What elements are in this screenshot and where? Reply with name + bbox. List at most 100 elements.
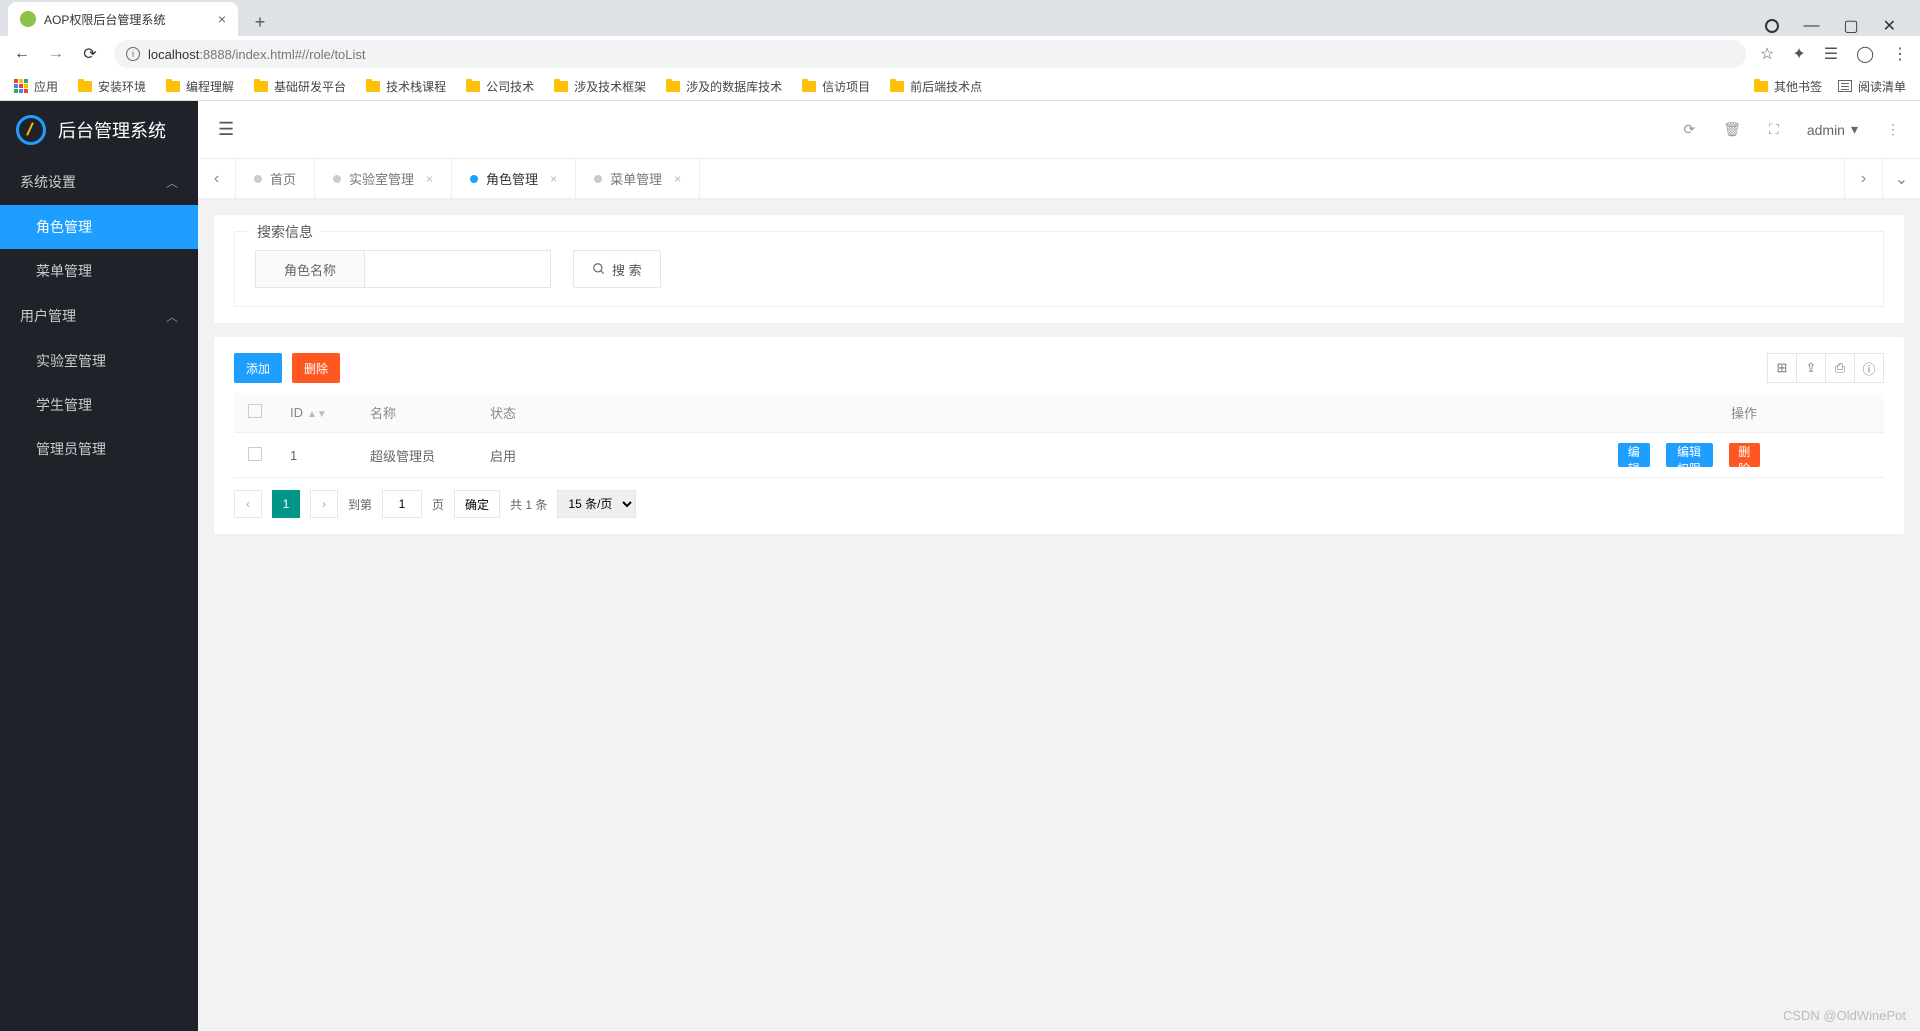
print-icon[interactable]: ⎙ [1825, 353, 1855, 383]
back-button[interactable]: ← [12, 45, 32, 63]
bookmark-item[interactable]: 前后端技术点 [890, 78, 982, 95]
logo-icon [16, 115, 46, 145]
search-fieldset: 搜索信息 角色名称 搜 索 [234, 231, 1884, 307]
close-window-icon[interactable]: ✕ [1883, 16, 1896, 36]
goto-confirm-button[interactable]: 确定 [454, 490, 500, 518]
table-row: 1 超级管理员 启用 编辑 编辑权限 删除 [234, 433, 1884, 478]
role-name-input[interactable] [365, 250, 551, 288]
maximize-icon[interactable]: ▢ [1843, 16, 1858, 36]
new-tab-button[interactable]: + [246, 8, 274, 36]
search-label: 角色名称 [255, 250, 365, 288]
row-delete-button[interactable]: 删除 [1729, 443, 1761, 467]
close-tab-icon[interactable]: × [674, 172, 681, 186]
browser-tab[interactable]: AOP权限后台管理系统 × [8, 2, 238, 36]
goto-page-input[interactable] [382, 490, 422, 518]
bookmark-item[interactable]: 公司技术 [466, 78, 534, 95]
select-all-checkbox[interactable] [248, 404, 262, 418]
close-tab-icon[interactable]: × [426, 172, 433, 186]
tab-title: AOP权限后台管理系统 [44, 11, 165, 28]
apps-shortcut[interactable]: 应用 [14, 78, 58, 95]
tab-lab[interactable]: 实验室管理× [315, 159, 452, 198]
sidebar-item-admin[interactable]: 管理员管理 [0, 427, 198, 471]
address-bar[interactable]: i localhost:8888/index.html#//role/toLis… [114, 40, 1746, 68]
sidebar-item-lab[interactable]: 实验室管理 [0, 339, 198, 383]
row-checkbox[interactable] [248, 447, 262, 461]
bookmark-item[interactable]: 编程理解 [166, 78, 234, 95]
watermark: CSDN @OldWinePot [1783, 1008, 1906, 1023]
columns-icon[interactable]: ⊞ [1767, 353, 1797, 383]
fullscreen-icon[interactable]: ⛶ [1769, 121, 1779, 138]
row-edit-button[interactable]: 编辑 [1618, 443, 1650, 467]
close-tab-icon[interactable]: × [550, 172, 557, 186]
bookmark-item[interactable]: 技术栈课程 [366, 78, 446, 95]
refresh-icon[interactable]: ⟳ [1684, 121, 1696, 138]
menu-group-system: 系统设置 ︿ 角色管理 菜单管理 [0, 159, 198, 293]
bookmark-item[interactable]: 基础研发平台 [254, 78, 346, 95]
export-icon[interactable]: ⇪ [1796, 353, 1826, 383]
other-bookmarks[interactable]: 其他书签 [1754, 78, 1822, 95]
reading-icon[interactable]: ☰ [1824, 44, 1838, 64]
browser-tab-strip: AOP权限后台管理系统 × + — ▢ ✕ [0, 0, 1920, 36]
folder-icon [1754, 81, 1768, 92]
tab-dot-icon [333, 175, 341, 183]
menu-header-user[interactable]: 用户管理 ︿ [0, 293, 198, 339]
folder-icon [366, 81, 380, 92]
search-button[interactable]: 搜 索 [573, 250, 661, 288]
tab-menu[interactable]: 菜单管理× [576, 159, 700, 198]
menu-icon[interactable]: ⋮ [1892, 44, 1908, 64]
sidebar-item-role[interactable]: 角色管理 [0, 205, 198, 249]
reload-button[interactable]: ⟳ [80, 44, 100, 64]
data-table: ID▲▼ 名称 状态 操作 1 超级管理员 启用 [234, 393, 1884, 478]
page-next-button[interactable]: › [310, 490, 338, 518]
profile-icon[interactable]: ◯ [1856, 44, 1874, 64]
help-icon[interactable]: ⓘ [1854, 353, 1884, 383]
sidebar-item-menu[interactable]: 菜单管理 [0, 249, 198, 293]
tabs-dropdown[interactable]: ⌄ [1882, 159, 1920, 198]
bookmark-item[interactable]: 信访项目 [802, 78, 870, 95]
menu-header-system[interactable]: 系统设置 ︿ [0, 159, 198, 205]
more-icon[interactable]: ⋮ [1886, 121, 1900, 138]
search-icon [592, 262, 606, 276]
tab-role[interactable]: 角色管理× [452, 159, 576, 198]
row-perm-button[interactable]: 编辑权限 [1666, 443, 1713, 467]
forward-button[interactable]: → [46, 45, 66, 63]
list-icon [1838, 80, 1852, 92]
user-dropdown[interactable]: admin ▾ [1807, 121, 1858, 138]
star-icon[interactable]: ☆ [1760, 44, 1774, 64]
tabs-scroll-right[interactable]: › [1844, 159, 1882, 198]
page-prev-button[interactable]: ‹ [234, 490, 262, 518]
add-button[interactable]: 添加 [234, 353, 282, 383]
main-area: ☰ ⟳ 🗑 ⛶ admin ▾ ⋮ ‹ 首页 实验室管理× 角色管理× 菜单管理… [198, 101, 1920, 1031]
folder-icon [466, 81, 480, 92]
chevron-up-icon: ︿ [166, 308, 178, 325]
trash-icon[interactable]: 🗑 [1723, 121, 1741, 138]
chevron-up-icon: ︿ [166, 174, 178, 191]
site-info-icon[interactable]: i [126, 47, 140, 61]
bookmark-item[interactable]: 安装环境 [78, 78, 146, 95]
sidebar-collapse-icon[interactable]: ☰ [218, 119, 234, 140]
reading-list[interactable]: 阅读清单 [1838, 78, 1906, 95]
delete-button[interactable]: 删除 [292, 353, 340, 383]
sidebar: 后台管理系统 系统设置 ︿ 角色管理 菜单管理 用户管理 ︿ 实验室管理 学生管… [0, 101, 198, 1031]
sidebar-item-student[interactable]: 学生管理 [0, 383, 198, 427]
tabs-bar: ‹ 首页 实验室管理× 角色管理× 菜单管理× › ⌄ [198, 159, 1920, 199]
account-icon[interactable] [1765, 19, 1779, 33]
folder-icon [78, 81, 92, 92]
per-page-select[interactable]: 15 条/页 [557, 490, 636, 518]
close-tab-icon[interactable]: × [218, 11, 226, 27]
bookmark-item[interactable]: 涉及的数据库技术 [666, 78, 782, 95]
sort-icon[interactable]: ▲▼ [307, 409, 327, 420]
minimize-icon[interactable]: — [1803, 17, 1819, 35]
search-panel: 搜索信息 角色名称 搜 索 [214, 215, 1904, 323]
topbar: ☰ ⟳ 🗑 ⛶ admin ▾ ⋮ [198, 101, 1920, 159]
content: 搜索信息 角色名称 搜 索 添加 删除 ⊞ [198, 199, 1920, 1031]
extensions-icon[interactable]: ✦ [1792, 44, 1805, 64]
tabs-scroll-left[interactable]: ‹ [198, 159, 236, 198]
page-number-button[interactable]: 1 [272, 490, 300, 518]
folder-icon [554, 81, 568, 92]
app-title: 后台管理系统 [58, 117, 166, 143]
bookmark-item[interactable]: 涉及技术框架 [554, 78, 646, 95]
logo-bar: 后台管理系统 [0, 101, 198, 159]
tab-home[interactable]: 首页 [236, 159, 315, 198]
total-label: 共 1 条 [510, 496, 547, 513]
